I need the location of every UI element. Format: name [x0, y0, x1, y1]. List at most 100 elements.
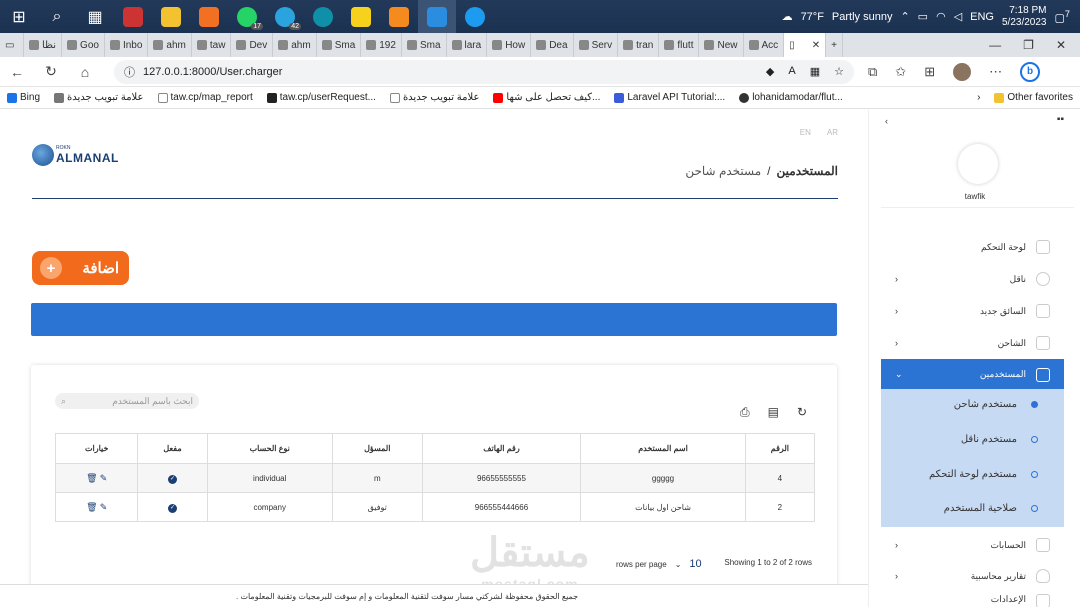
browser-tab[interactable]: New — [699, 33, 744, 57]
chevron-down-icon[interactable]: ⌄ — [675, 560, 682, 569]
browser-tab[interactable]: taw — [192, 33, 232, 57]
col-responsible[interactable]: المسؤل — [331, 433, 423, 464]
whatsapp-icon[interactable]: 17 — [228, 0, 266, 33]
collections-icon[interactable]: ⊞ — [924, 64, 935, 80]
col-phone[interactable]: رقم الهاتف — [421, 433, 582, 464]
profile-image[interactable] — [958, 144, 998, 184]
sticky-notes-icon[interactable] — [342, 0, 380, 33]
lang-ar[interactable]: AR — [827, 128, 838, 137]
home-icon[interactable]: ⌂ — [68, 64, 102, 80]
browser-tab[interactable]: Sma — [402, 33, 447, 57]
xampp-icon[interactable] — [190, 0, 228, 33]
search-icon[interactable]: ⌕ — [38, 0, 76, 33]
url-field[interactable]: ⓘ 127.0.0.1:8000/User.charger ◆ A ▦ ☆ — [114, 59, 854, 84]
browser-tab[interactable]: 192 — [361, 33, 402, 57]
delete-icon[interactable]: 🗑 — [86, 473, 97, 483]
browser-tab[interactable]: tran — [618, 33, 660, 57]
fav-github[interactable]: lohanidamodar/flut... — [732, 92, 850, 103]
bing-icon[interactable]: b — [1020, 61, 1041, 82]
fav-other[interactable]: Other favorites — [987, 92, 1080, 103]
fav-new-tab-2[interactable]: علامة تبويب جديدة — [383, 92, 486, 103]
telegram-icon[interactable]: 42 — [266, 0, 304, 33]
profile-avatar[interactable] — [953, 62, 972, 81]
file-explorer-icon[interactable] — [152, 0, 190, 33]
browser-tab[interactable]: ahm — [148, 33, 192, 57]
sidebar-item-settings[interactable]: الإعدادات — [881, 594, 1064, 607]
add-button[interactable]: + اضافة — [32, 251, 129, 285]
sidebar-item-new-driver[interactable]: › السائق جديد — [881, 298, 1064, 324]
submenu-shipper-user[interactable]: مستخدم شاحن — [954, 399, 1038, 410]
submenu-user-permissions[interactable]: صلاحية المستخدم — [944, 503, 1038, 514]
browser-tab[interactable]: Acc — [744, 33, 785, 57]
page-size-select[interactable]: 10 — [689, 558, 701, 570]
col-account-type[interactable]: نوع الحساب — [206, 433, 333, 464]
postman-icon[interactable] — [380, 0, 418, 33]
sidebar-item-accounts[interactable]: › الحسابات — [881, 532, 1064, 558]
browser-tab[interactable]: flutt — [659, 33, 700, 57]
twitter-icon[interactable] — [456, 0, 494, 33]
extensions-icon[interactable]: ⧉ — [868, 64, 877, 80]
task-view-icon[interactable]: ▦ — [76, 0, 114, 33]
fav-map-report[interactable]: taw.cp/map_report — [151, 92, 260, 103]
sidebar-menu-icon[interactable]: ▪▪ — [1057, 114, 1064, 125]
sidebar-item-users[interactable]: ⌄ المستخدمين — [881, 359, 1064, 390]
notification-icon[interactable]: ▢7 — [1055, 9, 1071, 25]
check-circle-icon[interactable]: ✓ — [168, 474, 177, 484]
edge-icon[interactable] — [304, 0, 342, 33]
edit-icon[interactable]: ✎ — [100, 473, 108, 483]
check-circle-icon[interactable]: ✓ — [168, 503, 177, 513]
excel-icon[interactable]: ▤ — [768, 405, 779, 420]
lang-en[interactable]: EN — [800, 128, 811, 137]
browser-tab[interactable]: Dev — [231, 33, 274, 57]
info-icon[interactable]: ⓘ — [124, 64, 135, 80]
grid-icon[interactable]: ▦ — [810, 65, 820, 78]
search-input[interactable]: ابحث باسم المستخدم ⌕ — [55, 393, 199, 409]
delete-icon[interactable]: 🗑 — [86, 502, 97, 512]
col-options[interactable]: خيارات — [54, 433, 139, 464]
fav-laravel[interactable]: Laravel API Tutorial:... — [607, 92, 732, 103]
close-window-icon[interactable]: ✕ — [1056, 38, 1066, 52]
read-aloud-icon[interactable]: A — [788, 65, 795, 78]
print-icon[interactable]: ⎙ — [740, 405, 750, 420]
browser-tab[interactable]: Sma — [317, 33, 362, 57]
sidebar-item-shipper[interactable]: › الشاحن — [881, 330, 1064, 356]
col-name[interactable]: اسم المستخدم — [580, 433, 746, 464]
submenu-dashboard-user[interactable]: مستخدم لوحة التحكم — [929, 469, 1038, 480]
col-id[interactable]: الرقم — [744, 433, 816, 464]
favorite-star-icon[interactable]: ☆ — [834, 65, 844, 78]
browser-tab[interactable]: Inbo — [105, 33, 149, 57]
restore-icon[interactable]: ❐ — [1023, 38, 1034, 52]
fav-more-chevron-icon[interactable]: › — [970, 92, 987, 103]
tag-icon[interactable]: ◆ — [766, 65, 774, 78]
fav-youtube[interactable]: كيف تحصل على شها... — [486, 92, 607, 103]
breadcrumb-root[interactable]: المستخدمين — [777, 164, 838, 178]
refresh-table-icon[interactable]: ↻ — [797, 405, 807, 420]
tab-active[interactable]: ▯ ✕ — [784, 33, 827, 57]
sidebar-item-carrier[interactable]: › ناقل — [881, 266, 1064, 292]
browser-tab[interactable]: Dea — [531, 33, 574, 57]
back-icon[interactable]: ← — [0, 64, 34, 80]
browser-tab[interactable]: Serv — [574, 33, 619, 57]
fav-user-request[interactable]: taw.cp/userRequest... — [260, 92, 383, 103]
sidebar-item-reports[interactable]: › تقارير محاسبية — [881, 563, 1064, 589]
weather-temp[interactable]: 77°F — [801, 11, 824, 23]
vscode-icon[interactable] — [418, 0, 456, 33]
fav-bing[interactable]: Bing — [0, 92, 47, 103]
wifi-icon[interactable]: ◠ — [936, 10, 946, 23]
volume-icon[interactable]: ◁ — [954, 10, 962, 23]
favorites-icon[interactable]: ✩ — [895, 64, 906, 80]
browser-tab[interactable]: ahm — [273, 33, 317, 57]
browser-tab[interactable]: How — [487, 33, 532, 57]
tab-close-icon[interactable]: ✕ — [812, 40, 820, 51]
windows-start-icon[interactable]: ⊞ — [0, 0, 38, 33]
weather-desc[interactable]: Partly sunny — [832, 11, 893, 23]
browser-tab[interactable]: نظا — [24, 33, 63, 57]
language-indicator[interactable]: ENG — [970, 11, 994, 23]
minimize-icon[interactable]: — — [989, 38, 1001, 52]
fav-new-tab-1[interactable]: علامة تبويب جديدة — [47, 92, 150, 103]
browser-tab[interactable]: lara — [447, 33, 488, 57]
chevron-up-icon[interactable]: ⌃ — [900, 10, 909, 23]
refresh-icon[interactable]: ↻ — [34, 63, 68, 80]
browser-tab[interactable]: Goo — [62, 33, 105, 57]
clock[interactable]: 7:18 PM 5/23/2023 — [1002, 5, 1047, 29]
